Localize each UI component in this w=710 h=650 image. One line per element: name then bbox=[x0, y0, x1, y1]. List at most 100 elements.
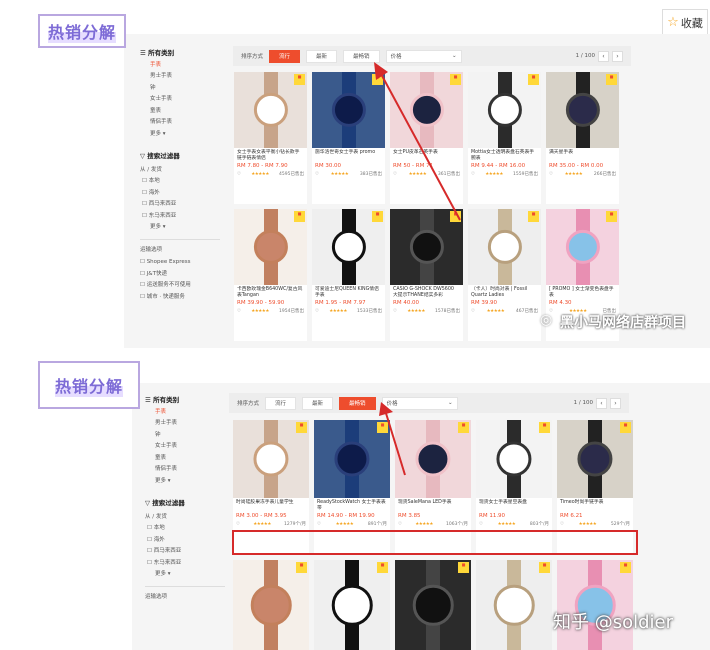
all-categories[interactable]: ☰ 所有类别 bbox=[145, 397, 225, 404]
category-item[interactable]: 童表 bbox=[150, 108, 220, 115]
heart-icon[interactable]: ♡ bbox=[236, 522, 240, 527]
rating-stars: ★★★★★ bbox=[329, 308, 347, 314]
product-card[interactable]: ■ bbox=[476, 560, 552, 650]
filter-checkbox[interactable]: ☐ 西马来西亚 bbox=[147, 548, 225, 555]
product-image[interactable]: ■ bbox=[476, 560, 552, 650]
filter-checkbox[interactable]: ☐ 本地 bbox=[147, 525, 225, 532]
search-filter-heading: ▽ 搜索过滤器 bbox=[145, 499, 185, 507]
pager: 1 / 100 ‹ › bbox=[574, 397, 629, 409]
shipping-checkbox[interactable]: ☐ 运送服务不可使用 bbox=[140, 282, 220, 289]
sort-latest-tab[interactable]: 最新 bbox=[302, 396, 334, 410]
product-title[interactable]: 可爱迪士尼QUEEN KING情侣手表 bbox=[312, 285, 385, 299]
heart-icon[interactable]: ♡ bbox=[398, 522, 402, 527]
heart-icon[interactable]: ♡ bbox=[479, 522, 483, 527]
sort-latest-tab[interactable]: 最新 bbox=[306, 49, 338, 63]
product-price: RM 1.95 - RM 7.97 bbox=[315, 300, 366, 306]
heart-icon[interactable]: ♡ bbox=[560, 522, 564, 527]
product-image[interactable]: ■ bbox=[468, 72, 541, 148]
product-card[interactable]: ■ 满天星手表 RM 35.00 - RM 0.00 ♡ ★★★★★ 266已售… bbox=[546, 72, 619, 204]
filter-checkbox[interactable]: ☐ 西马来西亚 bbox=[142, 201, 220, 208]
heart-icon[interactable]: ♡ bbox=[471, 309, 475, 314]
product-card[interactable]: ■ Mottia女士透明表盘石英表手腕表 RM 9.44 - RM 16.00 … bbox=[468, 72, 541, 204]
product-title[interactable]: Timeo时尚手链手表 bbox=[557, 498, 633, 512]
category-item[interactable]: 情侣手表 bbox=[150, 119, 220, 126]
category-item[interactable]: 男士手表 bbox=[155, 420, 225, 427]
product-card[interactable]: ■ bbox=[233, 560, 309, 650]
product-meta: ♡ ★★★★★ 803个/月 bbox=[476, 520, 552, 528]
product-title[interactable]: CASIO G-SHOCK DW5600 大提示THANE结实多彩 bbox=[390, 285, 463, 299]
favorite-button[interactable]: ☆ 收藏 bbox=[662, 9, 708, 36]
category-item[interactable]: 女士手表 bbox=[155, 443, 225, 450]
product-title[interactable]: [ PROMO ] 女士渐变色表盘手表 bbox=[546, 285, 619, 299]
product-title[interactable]: 现货女士手表星空表盘 bbox=[476, 498, 552, 512]
shipping-checkbox[interactable]: ☐ Shopee Express bbox=[140, 259, 220, 266]
product-card[interactable]: ■ bbox=[314, 560, 390, 650]
filter-more[interactable]: 更多 ▾ bbox=[142, 224, 220, 231]
product-card[interactable]: ■ （卡人）时尚对表 | Fossil Quartz Ladies RM 39.… bbox=[468, 209, 541, 341]
product-title[interactable]: Mottia女士透明表盘石英表手腕表 bbox=[468, 148, 541, 162]
category-more[interactable]: 更多 ▾ bbox=[155, 478, 225, 485]
category-item[interactable]: 女士手表 bbox=[150, 96, 220, 103]
product-image[interactable]: ■ bbox=[557, 420, 633, 498]
sort-popular-tab[interactable]: 流行 bbox=[269, 49, 301, 63]
next-page-button[interactable]: › bbox=[610, 397, 621, 409]
product-title[interactable]: （卡人）时尚对表 | Fossil Quartz Ladies bbox=[468, 285, 541, 299]
heart-icon[interactable]: ♡ bbox=[237, 309, 241, 314]
heart-icon[interactable]: ♡ bbox=[317, 522, 321, 527]
heart-icon[interactable]: ♡ bbox=[315, 172, 319, 177]
prev-page-button[interactable]: ‹ bbox=[598, 50, 609, 62]
product-image[interactable]: ■ bbox=[546, 72, 619, 148]
product-title[interactable]: 满天星手表 bbox=[546, 148, 619, 162]
product-image[interactable]: ■ bbox=[314, 560, 390, 650]
product-image[interactable]: ■ bbox=[234, 72, 307, 148]
rating-stars: ★★★★★ bbox=[253, 521, 271, 527]
all-categories[interactable]: ☰ 所有类别 bbox=[140, 50, 220, 57]
product-card[interactable]: ■ bbox=[395, 560, 471, 650]
category-item[interactable]: 钟 bbox=[155, 432, 225, 439]
heart-icon[interactable]: ♡ bbox=[471, 172, 475, 177]
heart-icon[interactable]: ♡ bbox=[549, 172, 553, 177]
sort-bestselling-tab[interactable]: 最畅销 bbox=[339, 396, 376, 410]
product-title[interactable]: 现货SaleMana LED手表 bbox=[395, 498, 471, 512]
rating-stars: ★★★★★ bbox=[335, 521, 354, 527]
product-title[interactable]: 时尚硅胶果冻手表儿童学生 bbox=[233, 498, 309, 512]
product-image[interactable]: ■ bbox=[234, 209, 307, 285]
heart-icon[interactable]: ♡ bbox=[315, 309, 319, 314]
filter-checkbox[interactable]: ☐ 海外 bbox=[147, 537, 225, 544]
product-card[interactable]: ■ 卡西欧玫瑰金B640WC/复古风表Tangan RM 39.90 - 59.… bbox=[234, 209, 307, 341]
category-item[interactable]: 男士手表 bbox=[150, 73, 220, 80]
discount-tag: ■ bbox=[294, 211, 305, 222]
shipping-checkbox[interactable]: ☐ 城市 · 快递服务 bbox=[140, 294, 220, 301]
category-item[interactable]: 钟 bbox=[150, 85, 220, 92]
discount-tag: ■ bbox=[528, 211, 539, 222]
prev-page-button[interactable]: ‹ bbox=[596, 397, 607, 409]
category-item[interactable]: 手表 bbox=[155, 409, 225, 416]
filter-checkbox[interactable]: ☐ 本地 bbox=[142, 178, 220, 185]
product-image[interactable]: ■ bbox=[233, 560, 309, 650]
product-card[interactable]: ■ 女士手表女表平衡小钻长款手链手链表情侣 RM 7.80 - RM 7.90 … bbox=[234, 72, 307, 204]
product-title[interactable]: 卡西欧玫瑰金B640WC/复古风表Tangan bbox=[234, 285, 307, 299]
heart-icon[interactable]: ♡ bbox=[393, 309, 397, 314]
category-item[interactable]: 手表 bbox=[150, 62, 220, 69]
category-item[interactable]: 情侣手表 bbox=[155, 466, 225, 473]
product-image[interactable]: ■ bbox=[468, 209, 541, 285]
bottom-section-title: 热销分解 bbox=[38, 361, 140, 409]
product-image[interactable]: ■ bbox=[546, 209, 619, 285]
product-title[interactable]: 女士手表女表平衡小钻长款手链手链表情侣 bbox=[234, 148, 307, 162]
product-image[interactable]: ■ bbox=[233, 420, 309, 498]
filter-checkbox[interactable]: ☐ 东马来西亚 bbox=[147, 560, 225, 567]
category-item[interactable]: 童表 bbox=[155, 455, 225, 462]
product-image[interactable]: ■ bbox=[557, 560, 633, 650]
category-more[interactable]: 更多 ▾ bbox=[150, 131, 220, 138]
next-page-button[interactable]: › bbox=[612, 50, 623, 62]
shipping-checkbox[interactable]: ☐ J&T快递 bbox=[140, 271, 220, 278]
product-image[interactable]: ■ bbox=[395, 560, 471, 650]
product-image[interactable]: ■ bbox=[476, 420, 552, 498]
sort-popular-tab[interactable]: 流行 bbox=[265, 396, 297, 410]
filter-checkbox[interactable]: ☐ 东马来西亚 bbox=[142, 213, 220, 220]
filter-more[interactable]: 更多 ▾ bbox=[147, 571, 225, 578]
heart-icon[interactable]: ♡ bbox=[237, 172, 241, 177]
product-title[interactable]: ReadyStockWatch 女士手表表带 bbox=[314, 498, 390, 512]
filter-checkbox[interactable]: ☐ 海外 bbox=[142, 190, 220, 197]
product-card[interactable]: ■ bbox=[557, 560, 633, 650]
